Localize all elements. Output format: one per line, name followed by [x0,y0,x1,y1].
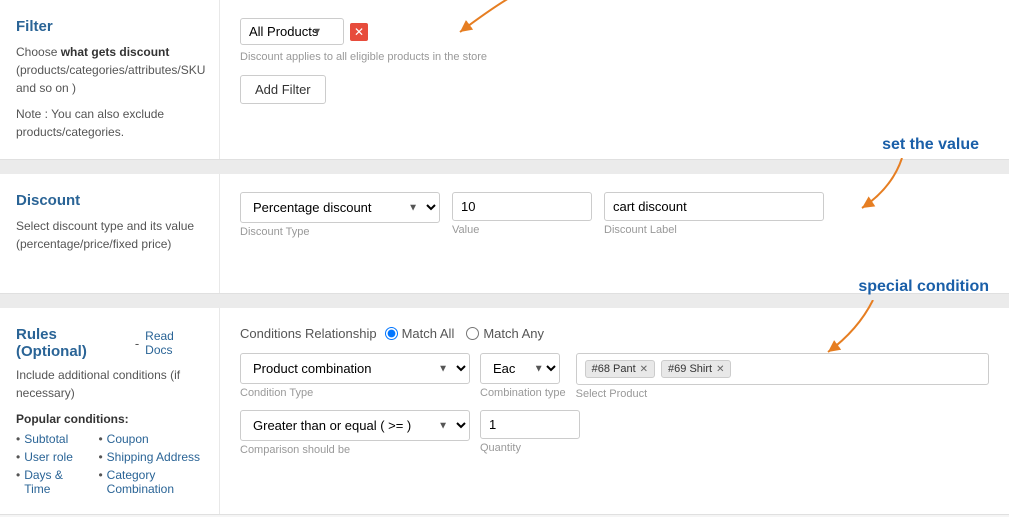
list-item: Days & Time [16,468,78,496]
discount-right: set the value Percentage discount Discou… [220,174,1009,293]
discount-section: Discount Select discount type and its va… [0,174,1009,294]
discount-value-label: Value [452,224,592,236]
comparison-field: Greater than or equal ( >= ) Comparison … [240,410,470,456]
days-time-link[interactable]: Days & Time [24,468,78,496]
list-item: Coupon [98,432,203,446]
tag-shirt-close[interactable]: ✕ [716,364,724,375]
clear-filter-button[interactable]: ✕ [350,23,368,41]
tag-pant: #68 Pant ✕ [585,360,655,378]
comparison-label: Comparison should be [240,444,470,456]
comparison-select[interactable]: Greater than or equal ( >= ) [240,410,470,441]
filter-left: Filter Choose what gets discount (produc… [0,0,220,159]
discount-type-wrapper: Percentage discount [240,192,440,223]
popular-col-1: Subtotal User role Days & Time [16,432,78,496]
condition-type-wrapper: Product combination [240,353,470,384]
shipping-address-link[interactable]: Shipping Address [107,450,200,464]
quantity-label: Quantity [480,442,580,454]
add-filter-button[interactable]: Add Filter [240,75,326,104]
match-all-radio[interactable]: Match All [385,326,455,341]
discount-label-field: Discount Label [604,192,824,236]
rules-right: special condition Conditions Relationshi… [220,308,1009,514]
discount-type-field: Percentage discount Discount Type [240,192,440,238]
user-role-link[interactable]: User role [24,450,73,464]
list-item: Subtotal [16,432,78,446]
match-any-label: Match Any [483,326,544,341]
condition-type-field: Product combination Condition Type [240,353,470,399]
tag-shirt-text: #69 Shirt [668,363,712,375]
comparison-row: Greater than or equal ( >= ) Comparison … [240,410,989,456]
discount-value-input[interactable] [452,192,592,221]
select-product-label: Select Product [576,388,989,400]
read-docs-link[interactable]: Read Docs [145,329,203,357]
discount-label-input[interactable] [604,192,824,221]
tag-shirt: #69 Shirt ✕ [661,360,731,378]
filter-desc-end: (products/categories/attributes/SKU and … [16,63,205,95]
rules-desc: Include additional conditions (if necess… [16,366,203,402]
match-any-radio[interactable]: Match Any [466,326,544,341]
filter-section: Filter Choose what gets discount (produc… [0,0,1009,160]
match-all-input[interactable] [385,327,398,340]
combo-type-select[interactable]: Each [480,353,560,384]
product-select-field: #68 Pant ✕ #69 Shirt ✕ Select Product [576,353,989,400]
match-any-input[interactable] [466,327,479,340]
rules-section: Rules (Optional) - Read Docs Include add… [0,308,1009,515]
popular-cols: Subtotal User role Days & Time Coupon Sh… [16,432,203,496]
filter-desc-start: Choose [16,45,61,59]
subtotal-link[interactable]: Subtotal [24,432,68,446]
combo-type-label: Combination type [480,387,566,399]
combo-type-field: Each Combination type [480,353,566,399]
discount-desc: Select discount type and its value (perc… [16,217,203,253]
discount-title: Discount [16,192,203,209]
quantity-field: Quantity [480,410,580,454]
comparison-wrapper: Greater than or equal ( >= ) [240,410,470,441]
filter-desc-bold: what gets discount [61,45,170,59]
quantity-input[interactable] [480,410,580,439]
annotation-set-value: set the value [882,136,979,154]
conditions-relationship-label: Conditions Relationship [240,326,377,341]
rules-title: Rules (Optional) [16,326,129,360]
filter-row: All Products ✕ [240,18,989,45]
condition-type-label: Condition Type [240,387,470,399]
match-all-label: Match All [402,326,455,341]
tag-pant-text: #68 Pant [592,363,636,375]
filter-title: Filter [16,18,203,35]
conditions-row: Product combination Condition Type Each … [240,353,989,400]
annotation-special-condition: special condition [858,278,989,296]
discount-value-field: Value [452,192,592,236]
discount-label-label: Discount Label [604,224,824,236]
rules-separator: - [135,336,139,351]
category-combination-link[interactable]: Category Combination [107,468,203,496]
radio-group: Match All Match Any [385,326,544,341]
list-item: Category Combination [98,468,203,496]
tag-pant-close[interactable]: ✕ [640,364,648,375]
popular-title: Popular conditions: [16,412,203,426]
annotation-arrow-1 [440,0,530,42]
page-wrapper: Filter Choose what gets discount (produc… [0,0,1009,515]
filter-hint: Discount applies to all eligible product… [240,51,989,63]
discount-left: Discount Select discount type and its va… [0,174,220,293]
list-item: User role [16,450,78,464]
filter-note: Note : You can also exclude products/cat… [16,105,203,141]
discount-type-select[interactable]: Percentage discount [240,192,440,223]
all-products-wrapper: All Products [240,18,344,45]
discount-type-label: Discount Type [240,226,440,238]
rules-left: Rules (Optional) - Read Docs Include add… [0,308,220,514]
condition-type-select[interactable]: Product combination [240,353,470,384]
annotation-arrow-2 [852,158,912,218]
list-item: Shipping Address [98,450,203,464]
all-products-select[interactable]: All Products [240,18,344,45]
filter-desc: Choose what gets discount (products/cate… [16,43,203,97]
coupon-link[interactable]: Coupon [107,432,149,446]
annotation-arrow-3 [818,300,878,360]
popular-col-2: Coupon Shipping Address Category Combina… [98,432,203,496]
product-select-box[interactable]: #68 Pant ✕ #69 Shirt ✕ [576,353,989,385]
combo-type-wrapper: Each [480,353,566,384]
